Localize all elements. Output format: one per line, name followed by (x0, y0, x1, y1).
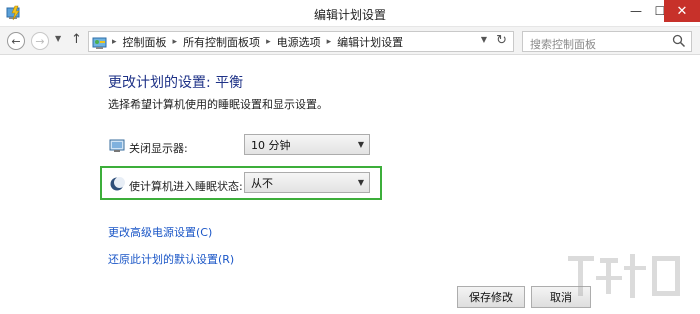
breadcrumb-power-options[interactable]: 电源选项 (274, 34, 324, 50)
refresh-button[interactable]: ↻ (496, 33, 507, 48)
monitor-icon (109, 139, 125, 152)
sleep-setting: 使计算机进入睡眠状态: 从不 ▼ (108, 172, 378, 200)
breadcrumb-separator[interactable]: ▸ (170, 37, 181, 47)
sleep-select[interactable]: 从不 ▼ (244, 172, 370, 193)
navigation-bar: ← → ▼ ↑ ▸ 控制面板 ▸ 所有控制面板项 ▸ 电源选项 ▸ 编辑计划设置… (0, 27, 700, 55)
save-changes-button[interactable]: 保存修改 (457, 286, 525, 308)
breadcrumb-separator[interactable]: ▸ (324, 37, 335, 47)
close-button[interactable]: ✕ (664, 0, 700, 22)
breadcrumb-all-items[interactable]: 所有控制面板项 (180, 34, 263, 50)
address-dropdown[interactable]: ▼ (481, 35, 487, 44)
advanced-power-settings-link[interactable]: 更改高级电源设置(C) (108, 224, 212, 240)
display-off-value: 10 分钟 (251, 138, 291, 152)
control-panel-icon (92, 37, 107, 49)
breadcrumb-separator[interactable]: ▸ (263, 37, 274, 47)
display-off-select[interactable]: 10 分钟 ▼ (244, 134, 370, 155)
search-placeholder: 搜索控制面板 (530, 38, 596, 51)
chevron-down-icon: ▼ (357, 140, 365, 149)
display-off-label: 关闭显示器: (129, 142, 188, 155)
display-off-setting: 关闭显示器: 10 分钟 ▼ (108, 134, 378, 162)
up-button[interactable]: ↑ (71, 32, 82, 47)
breadcrumb-separator: ▸ (112, 36, 117, 47)
breadcrumb-edit-plan[interactable]: 编辑计划设置 (334, 34, 406, 50)
window-title: 编辑计划设置 (313, 8, 386, 22)
chevron-down-icon: ▼ (357, 178, 365, 187)
moon-icon (110, 177, 125, 191)
sleep-label: 使计算机进入睡眠状态: (129, 180, 243, 193)
breadcrumb-control-panel[interactable]: 控制面板 (120, 34, 170, 50)
recent-locations-dropdown[interactable]: ▼ (55, 34, 61, 43)
page-title: 更改计划的设置: 平衡 (108, 75, 244, 91)
search-input[interactable]: 搜索控制面板 (522, 31, 692, 52)
watermark-logo (568, 254, 680, 298)
back-button[interactable]: ← (7, 32, 25, 50)
forward-button[interactable]: → (31, 32, 49, 50)
sleep-value: 从不 (251, 176, 273, 190)
address-bar[interactable]: ▸ 控制面板 ▸ 所有控制面板项 ▸ 电源选项 ▸ 编辑计划设置 ▼ ↻ (88, 31, 514, 52)
restore-defaults-link[interactable]: 还原此计划的默认设置(R) (108, 251, 234, 267)
page-description: 选择希望计算机使用的睡眠设置和显示设置。 (108, 98, 328, 111)
title-bar: 编辑计划设置 — ☐ ✕ (0, 0, 700, 27)
search-icon[interactable] (672, 34, 686, 48)
